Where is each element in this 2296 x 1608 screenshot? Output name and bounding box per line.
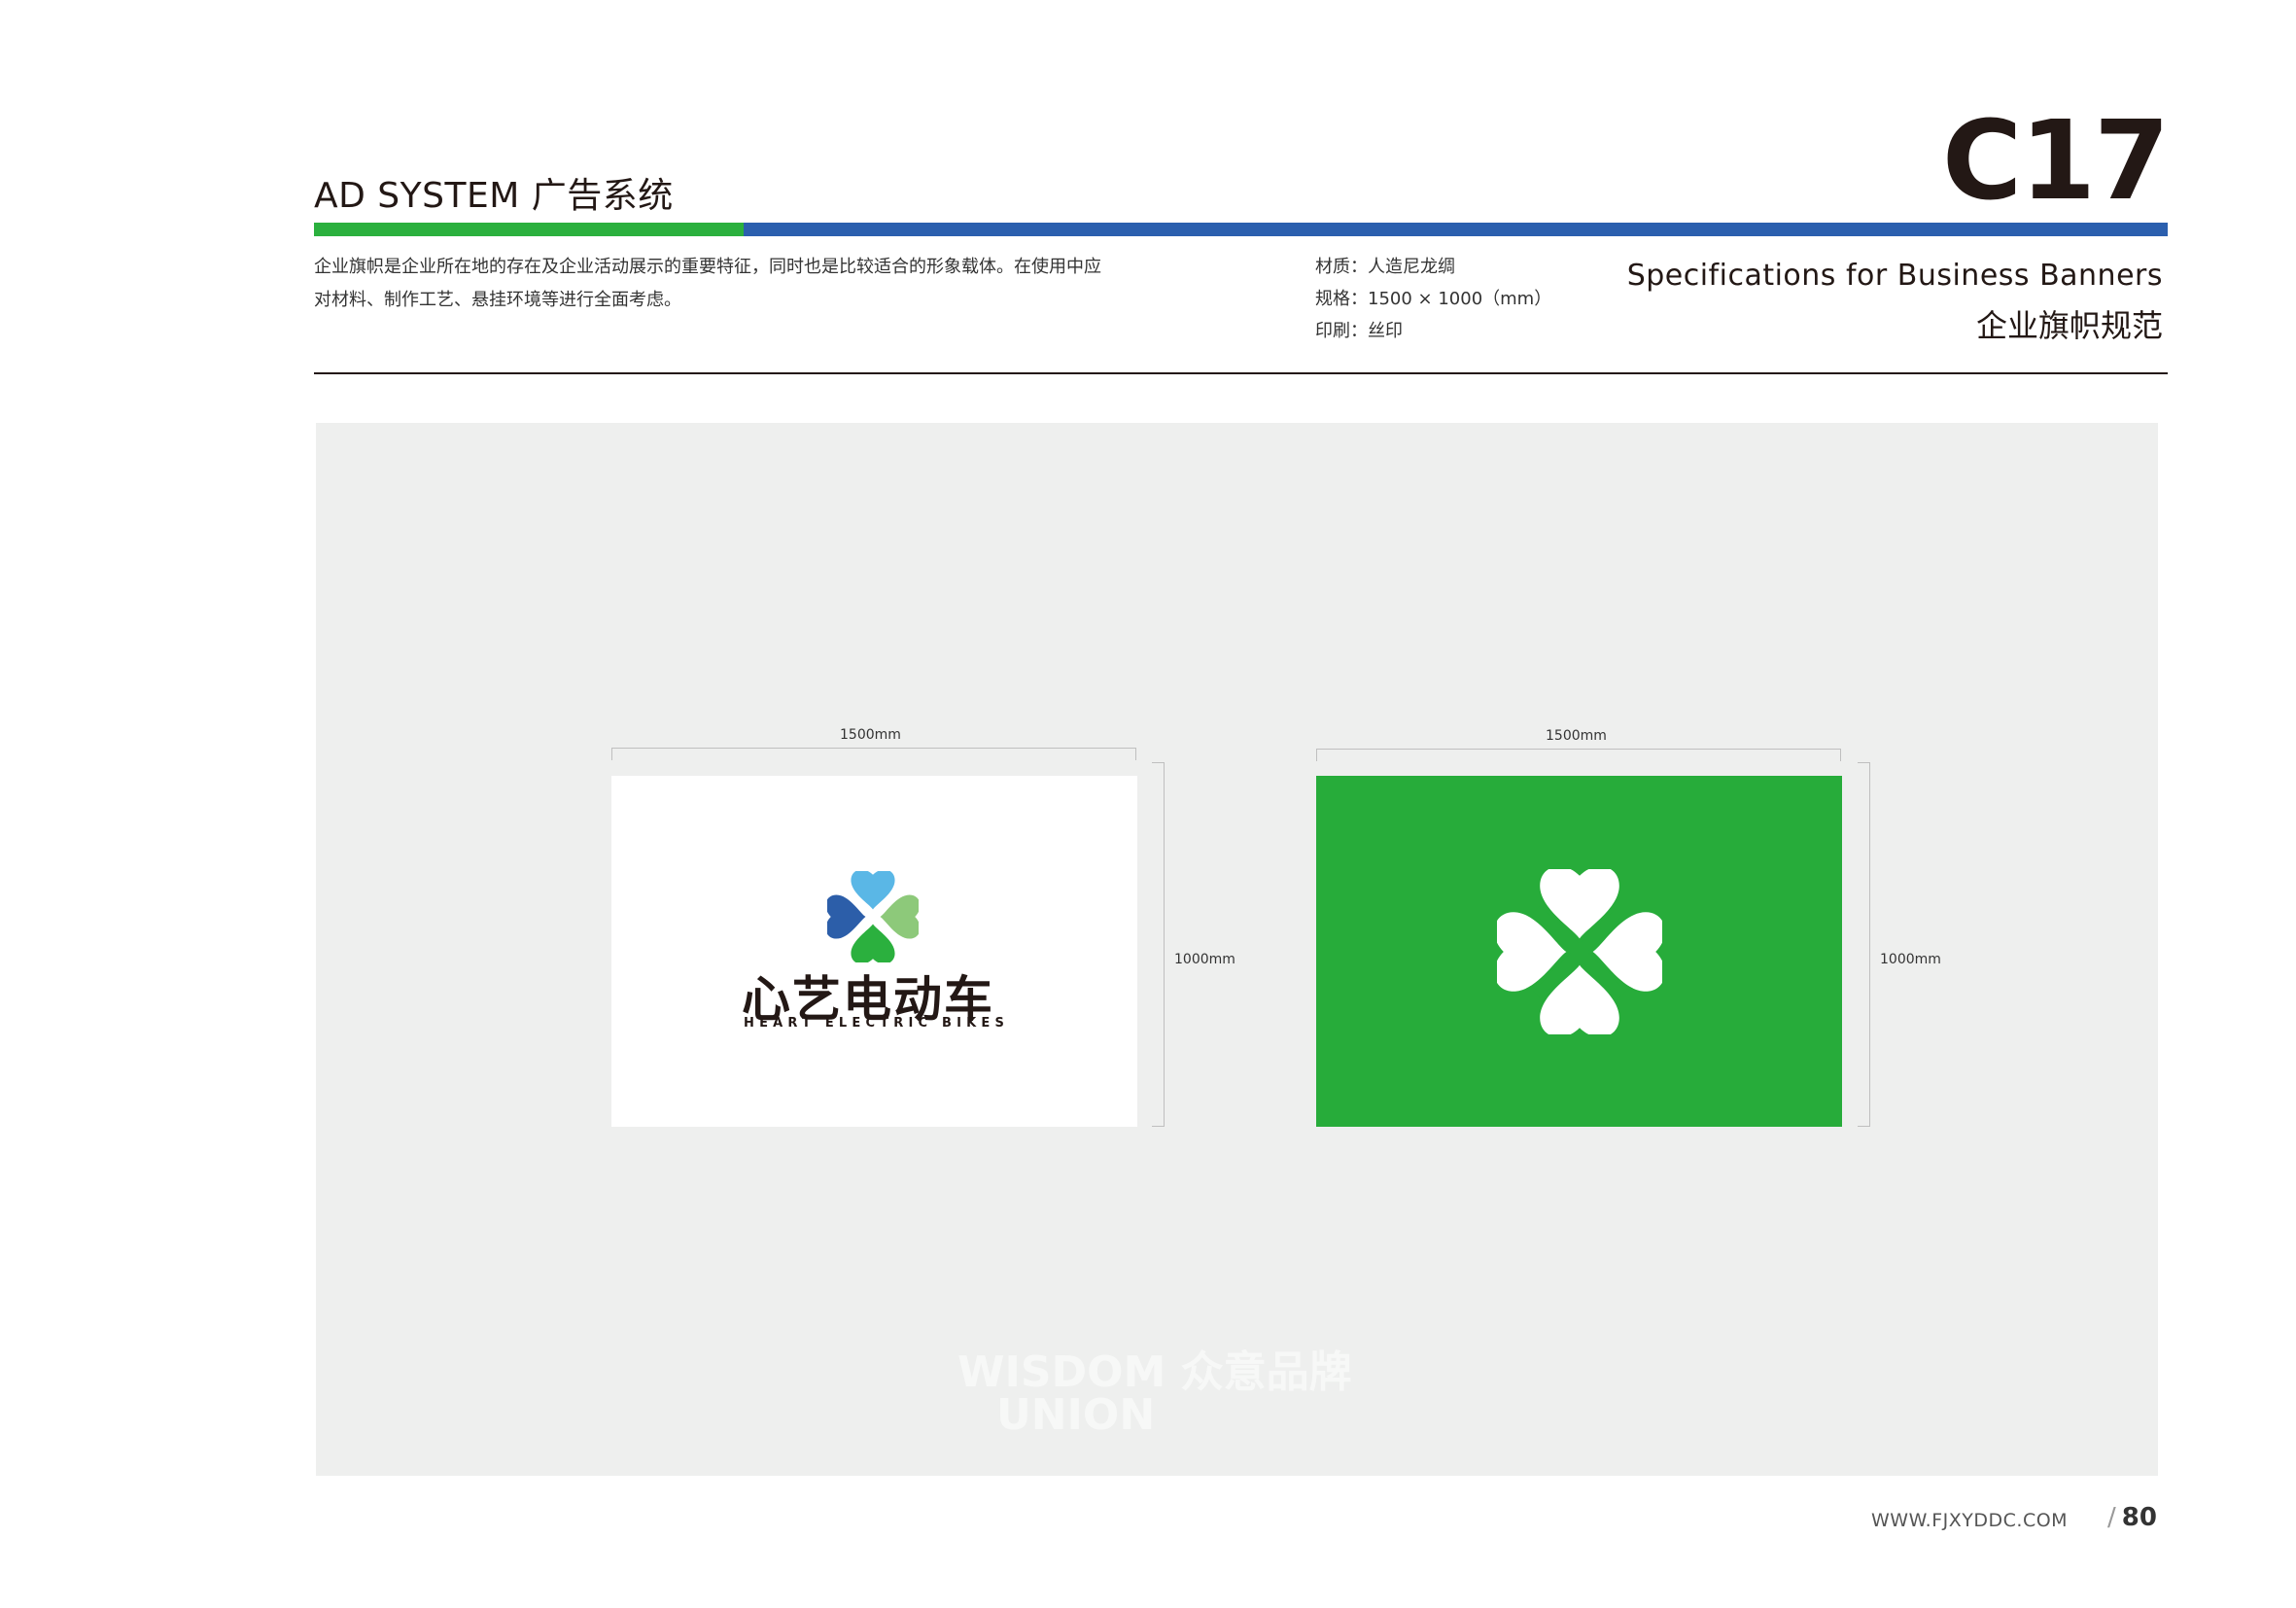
- description-line-1: 企业旗帜是企业所在地的存在及企业活动展示的重要特征，同时也是比较适合的形象载体。…: [314, 257, 1101, 277]
- logo-wordmark-en: HEART ELECTRIC BIKES: [744, 1016, 1010, 1031]
- watermark-line-2: UNION: [996, 1390, 1156, 1440]
- page-code: C17: [1941, 98, 2170, 225]
- white-flag-height-dimension: [1152, 762, 1165, 1127]
- spec-list: 材质：人造尼龙绸 规格：1500 × 1000（mm） 印刷：丝印: [1315, 251, 1551, 347]
- title-en: Specifications for Business Banners: [1626, 259, 2163, 293]
- spec-material: 材质：人造尼龙绸: [1315, 257, 1455, 277]
- white-banner: 心艺电动车 HEART ELECTRIC BIKES: [611, 776, 1137, 1127]
- description: 企业旗帜是企业所在地的存在及企业活动展示的重要特征，同时也是比较适合的形象载体。…: [314, 251, 1189, 317]
- green-flag-height-label: 1000mm: [1880, 952, 1941, 967]
- green-flag-height-dimension: [1858, 762, 1870, 1127]
- title-cn: 企业旗帜规范: [1975, 307, 2163, 344]
- watermark-line-1: WISDOM 众意品牌: [957, 1347, 1352, 1397]
- white-flag-height-label: 1000mm: [1174, 952, 1235, 967]
- green-banner: [1316, 776, 1842, 1127]
- white-flag-width-dimension: [611, 748, 1136, 760]
- accent-bar-green: [314, 223, 744, 236]
- page-number: /80: [2107, 1503, 2157, 1532]
- spec-print: 印刷：丝印: [1315, 321, 1403, 341]
- spec-size: 规格：1500 × 1000（mm）: [1315, 289, 1552, 309]
- accent-bar-blue: [744, 223, 2168, 236]
- white-flag-width-label: 1500mm: [840, 727, 901, 743]
- clover-logo-icon: [827, 871, 919, 962]
- page-number-value: 80: [2121, 1503, 2157, 1532]
- description-line-2: 对材料、制作工艺、悬挂环境等进行全面考虑。: [314, 290, 681, 310]
- green-flag-width-label: 1500mm: [1546, 728, 1607, 744]
- watermark: WISDOM 众意品牌 UNION: [957, 1351, 1352, 1437]
- section-title: AD SYSTEM 广告系统: [314, 176, 674, 216]
- header-divider: [314, 372, 2168, 374]
- green-flag-width-dimension: [1316, 749, 1841, 761]
- footer-url[interactable]: WWW.FJXYDDC.COM: [1871, 1510, 2068, 1531]
- clover-white-icon: [1497, 869, 1662, 1034]
- mockup-panel: [316, 423, 2158, 1476]
- page-number-slash: /: [2107, 1503, 2116, 1532]
